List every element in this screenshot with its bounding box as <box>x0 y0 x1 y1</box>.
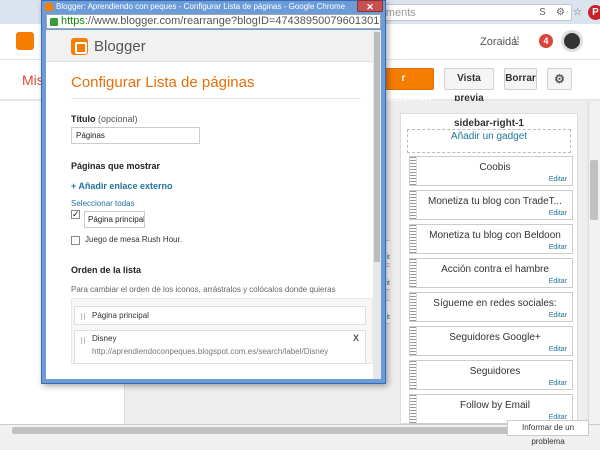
notification-badge[interactable]: 4 <box>539 34 553 48</box>
gadget-item[interactable]: Monetiza tu blog con TradeT... Editar <box>409 190 573 220</box>
popup-scrollbar-thumb[interactable] <box>374 32 380 262</box>
gadget-name: Sígueme en redes sociales: <box>433 298 557 309</box>
page-name-field[interactable]: Página principal <box>84 211 145 228</box>
remove-icon[interactable]: X <box>353 333 359 343</box>
drag-handle-icon[interactable] <box>81 337 87 344</box>
popup-content: Blogger Configurar Lista de páginas Títu… <box>46 30 381 379</box>
sidebar-right-column: sidebar-right-1 Añadir un gadget Coobis E… <box>400 113 578 424</box>
gadget-edit-link[interactable]: Editar <box>549 380 567 387</box>
title-label: Título (opcional) <box>71 114 138 124</box>
page-checkbox-rush-hour[interactable] <box>71 236 80 245</box>
gadget-item[interactable]: Seguidores Editar <box>409 360 573 390</box>
blogger-brand-bar: Blogger <box>46 30 373 62</box>
divider <box>71 98 361 99</box>
preview-button[interactable]: Vista previa <box>444 68 494 104</box>
sb-extension-icon[interactable]: S <box>535 5 550 20</box>
blogger-logo-icon <box>71 38 88 55</box>
gadget-name: Seguidores Google+ <box>449 332 541 343</box>
gadget-item[interactable]: Seguidores Google+ Editar <box>409 326 573 356</box>
clear-button[interactable]: Borrar <box>504 68 537 90</box>
gadget-edit-link[interactable]: Editar <box>549 312 567 319</box>
gadget-edit-link[interactable]: Editar <box>549 244 567 251</box>
popup-url-text: https://www.blogger.com/rearrange?blogID… <box>61 15 379 27</box>
gadget-item[interactable]: Sígueme en redes sociales: Editar <box>409 292 573 322</box>
drag-handle-icon[interactable] <box>410 157 417 185</box>
drag-handle-icon[interactable] <box>410 225 417 253</box>
gadget-name: Coobis <box>479 162 511 173</box>
apps-grid-icon[interactable]: ⁞⁞ <box>513 35 525 47</box>
page-checkbox-home[interactable]: ✓ <box>71 210 80 219</box>
avatar[interactable] <box>561 30 583 52</box>
drag-handle-icon[interactable] <box>410 259 417 287</box>
pages-to-show-label: Páginas que mostrar <box>71 161 161 171</box>
gadget-item[interactable]: Acción contra el hambre Editar <box>409 258 573 288</box>
list-order-note: Para cambiar el orden de los iconos, arr… <box>71 285 336 294</box>
title-input[interactable] <box>71 127 200 144</box>
page-scrollbar-thumb[interactable] <box>590 160 598 220</box>
user-name[interactable]: Zoraida <box>480 36 517 48</box>
popup-title-bar[interactable]: Blogger: Aprendiendo con peques - Config… <box>42 1 385 13</box>
gadget-edit-link[interactable]: Editar <box>549 210 567 217</box>
brand-name: Blogger <box>94 38 146 55</box>
list-item[interactable]: Página principal <box>74 306 366 325</box>
star-icon[interactable]: ☆ <box>570 5 585 20</box>
popup-window-title: Blogger: Aprendiendo con peques - Config… <box>56 2 346 11</box>
list-order-label: Orden de la lista <box>71 265 142 275</box>
drag-handle-icon[interactable] <box>410 293 417 321</box>
settings-extension-icon[interactable]: ⚙ <box>553 5 568 20</box>
status-bar <box>0 436 600 450</box>
gadget-name: Acción contra el hambre <box>441 264 549 275</box>
close-icon[interactable]: ✕ <box>357 0 383 12</box>
gadget-edit-link[interactable]: Editar <box>549 278 567 285</box>
gadget-name: Monetiza tu blog con Beldoon <box>429 230 561 241</box>
blogger-favicon-icon <box>45 3 53 11</box>
page-label-rush-hour: Juego de mesa Rush Hour. <box>85 235 182 244</box>
lock-icon <box>50 18 58 26</box>
select-all-link[interactable]: Seleccionar todas <box>71 199 135 208</box>
list-item-url: http://aprendiendoconpeques.blogspot.com… <box>92 347 329 356</box>
list-item-name: Disney <box>92 334 117 343</box>
list-item[interactable]: Disney X http://aprendiendoconpeques.blo… <box>74 330 366 364</box>
pinterest-icon[interactable]: P <box>588 5 600 20</box>
popup-url-bar[interactable]: https://www.blogger.com/rearrange?blogID… <box>46 14 381 29</box>
sidebar-title: sidebar-right-1 <box>453 118 524 129</box>
popup-window: Blogger: Aprendiendo con peques - Config… <box>41 0 386 384</box>
blogger-logo-icon[interactable] <box>16 32 34 50</box>
gadget-edit-link[interactable]: Editar <box>549 176 567 183</box>
gadget-name: Follow by Email <box>459 400 531 411</box>
gadget-name: Monetiza tu blog con TradeT... <box>428 196 562 207</box>
gadget-item[interactable]: Monetiza tu blog con Beldoon Editar <box>409 224 573 254</box>
add-external-link[interactable]: + Añadir enlace externo <box>71 181 172 191</box>
list-item-name: Página principal <box>92 311 149 320</box>
drag-handle-icon[interactable] <box>410 327 417 355</box>
drag-handle-icon[interactable] <box>410 191 417 219</box>
drag-handle-icon[interactable] <box>410 395 417 423</box>
horizontal-scrollbar-thumb[interactable] <box>12 427 587 434</box>
page-scrollbar[interactable] <box>588 101 600 424</box>
gadget-name: Seguidores <box>469 366 521 377</box>
gadget-item[interactable]: Coobis Editar <box>409 156 573 186</box>
gear-icon[interactable]: ⚙ <box>547 68 572 90</box>
drag-handle-icon[interactable] <box>81 313 87 320</box>
order-list: Página principal Disney X http://aprendi… <box>71 298 373 364</box>
gadget-edit-link[interactable]: Editar <box>549 346 567 353</box>
page-title: Configurar Lista de páginas <box>71 74 255 91</box>
add-gadget-link[interactable]: Añadir un gadget <box>407 129 571 153</box>
report-problem-button[interactable]: Informar de un problema <box>507 420 589 446</box>
drag-handle-icon[interactable] <box>410 361 417 389</box>
